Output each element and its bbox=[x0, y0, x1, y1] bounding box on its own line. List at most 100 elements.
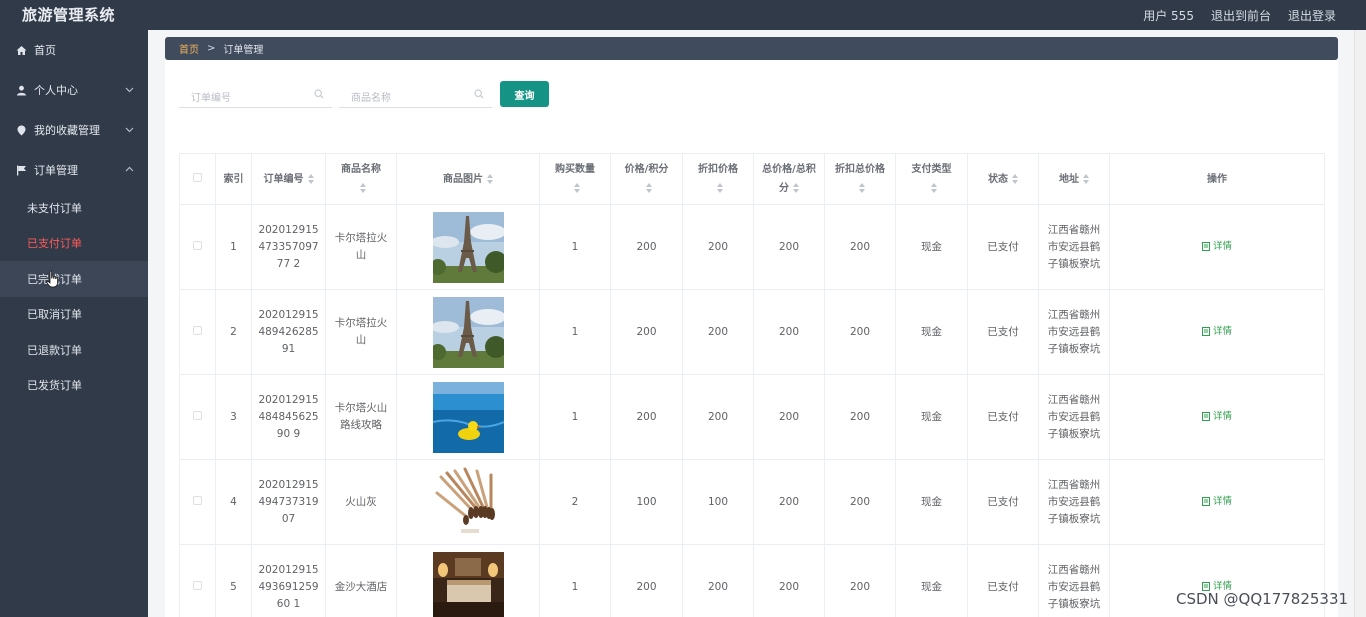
sort-icon[interactable] bbox=[573, 183, 580, 193]
product-name-search-input[interactable]: 商品名称 bbox=[339, 82, 492, 108]
select-all-checkbox[interactable] bbox=[193, 172, 202, 182]
cell-price: 200 bbox=[610, 544, 683, 617]
top-bar: 旅游管理系统 用户 555 退出到前台 退出登录 bbox=[0, 0, 1366, 30]
cell-address: 江西省赣州市安远县鹤子镇板寮坑 bbox=[1038, 459, 1110, 545]
top-bar-actions: 用户 555 退出到前台 退出登录 bbox=[1143, 7, 1336, 24]
sidebar-item-favorites[interactable]: 我的收藏管理 bbox=[0, 110, 148, 150]
column-header-product[interactable]: 商品名称 bbox=[325, 153, 397, 205]
column-header-order-no[interactable]: 订单编号 bbox=[251, 153, 326, 205]
cell-image bbox=[396, 204, 540, 290]
cell-image bbox=[396, 459, 540, 545]
order-no-search-input[interactable]: 订单编号 bbox=[179, 82, 332, 108]
detail-button[interactable]: 详情 bbox=[1201, 323, 1232, 340]
sidebar-subitem-shipped[interactable]: 已发货订单 bbox=[0, 368, 148, 404]
sort-icon[interactable] bbox=[858, 183, 865, 193]
sidebar: 首页 个人中心 我的收藏管理 订单管理 未支付订单 已支付订单 已完成订单 已取… bbox=[0, 30, 148, 617]
chevron-up-icon bbox=[125, 164, 134, 177]
logout-link[interactable]: 退出登录 bbox=[1288, 7, 1336, 24]
cell-status: 已支付 bbox=[967, 204, 1039, 290]
sort-icon[interactable] bbox=[1082, 173, 1089, 184]
detail-button[interactable]: 详情 bbox=[1201, 493, 1232, 510]
sidebar-subitem-unpaid[interactable]: 未支付订单 bbox=[0, 190, 148, 226]
cell-address: 江西省赣州市安远县鹤子镇板寮坑 bbox=[1038, 544, 1110, 617]
cell-total: 200 bbox=[753, 374, 825, 460]
cell-index: 1 bbox=[215, 204, 252, 290]
cell-product: 卡尔塔拉火山 bbox=[325, 289, 397, 375]
sidebar-item-home[interactable]: 首页 bbox=[0, 30, 148, 70]
column-header-image[interactable]: 商品图片 bbox=[396, 153, 540, 205]
sort-icon[interactable] bbox=[792, 183, 799, 193]
flag-icon bbox=[16, 165, 27, 176]
sidebar-item-label: 我的收藏管理 bbox=[34, 124, 100, 137]
cell-index: 5 bbox=[215, 544, 252, 617]
cell-order-no: 20201291549369125960 1 bbox=[251, 544, 326, 617]
mouse-cursor-icon bbox=[46, 270, 58, 288]
cell-total: 200 bbox=[753, 544, 825, 617]
cell-discount-price: 200 bbox=[682, 289, 754, 375]
column-header-status[interactable]: 状态 bbox=[967, 153, 1039, 205]
table-row: 2 20201291548942628591 卡尔塔拉火山 1 200 200 … bbox=[179, 289, 1325, 375]
sidebar-subitem-completed[interactable]: 已完成订单 bbox=[0, 261, 148, 297]
eiffel-tower-image bbox=[432, 296, 504, 368]
cell-order-no: 20201291547335709777 2 bbox=[251, 204, 326, 290]
cell-discount-total: 200 bbox=[824, 459, 896, 545]
sort-icon[interactable] bbox=[716, 183, 723, 193]
cell-pay-type: 现金 bbox=[895, 289, 968, 375]
sort-icon[interactable] bbox=[1011, 173, 1018, 184]
sidebar-item-personal[interactable]: 个人中心 bbox=[0, 70, 148, 110]
column-header-discount-price[interactable]: 折扣价格 bbox=[682, 153, 754, 205]
cell-discount-total: 200 bbox=[824, 544, 896, 617]
app-title: 旅游管理系统 bbox=[22, 6, 116, 24]
sort-icon[interactable] bbox=[645, 183, 652, 193]
sidebar-item-label: 个人中心 bbox=[34, 84, 78, 97]
row-checkbox[interactable] bbox=[193, 495, 202, 505]
query-button[interactable]: 查询 bbox=[500, 81, 549, 107]
breadcrumb-home-link[interactable]: 首页 bbox=[179, 41, 199, 56]
sort-icon[interactable] bbox=[486, 173, 493, 184]
sidebar-subitem-paid[interactable]: 已支付订单 bbox=[0, 226, 148, 262]
column-header-qty[interactable]: 购买数量 bbox=[539, 153, 611, 205]
table-row: 1 20201291547335709777 2 卡尔塔拉火山 1 200 20… bbox=[179, 204, 1325, 290]
document-icon bbox=[1201, 326, 1210, 336]
document-icon bbox=[1201, 496, 1210, 506]
detail-button[interactable]: 详情 bbox=[1201, 238, 1232, 255]
user-label[interactable]: 用户 555 bbox=[1143, 7, 1194, 24]
page-scrollbar[interactable] bbox=[1354, 30, 1366, 617]
detail-button[interactable]: 详情 bbox=[1201, 408, 1232, 425]
cell-actions: 详情 bbox=[1109, 459, 1325, 545]
sort-icon[interactable] bbox=[930, 183, 937, 193]
cell-pay-type: 现金 bbox=[895, 204, 968, 290]
cell-total: 200 bbox=[753, 459, 825, 545]
sidebar-subitem-cancelled[interactable]: 已取消订单 bbox=[0, 297, 148, 333]
table-row: 4 20201291549473731907 火山灰 2 100 100 200… bbox=[179, 459, 1325, 545]
row-checkbox[interactable] bbox=[193, 240, 202, 250]
table-row: 3 20201291548484562590 9 卡尔塔火山路线攻略 1 200… bbox=[179, 374, 1325, 460]
sort-icon[interactable] bbox=[359, 183, 366, 193]
select-all-header[interactable] bbox=[179, 153, 216, 205]
search-icon bbox=[314, 89, 324, 102]
cell-address: 江西省赣州市安远县鹤子镇板寮坑 bbox=[1038, 204, 1110, 290]
orders-table: 索引 订单编号 商品名称 商品图片 购买数量 价格/积分 折扣价格 总价格/总积… bbox=[179, 153, 1325, 617]
row-checkbox[interactable] bbox=[193, 410, 202, 420]
sidebar-item-orders[interactable]: 订单管理 bbox=[0, 150, 148, 190]
column-header-address[interactable]: 地址 bbox=[1038, 153, 1110, 205]
cell-order-no: 20201291549473731907 bbox=[251, 459, 326, 545]
breadcrumb-current: 订单管理 bbox=[223, 45, 264, 56]
row-checkbox[interactable] bbox=[193, 580, 202, 590]
cell-pay-type: 现金 bbox=[895, 374, 968, 460]
column-header-discount-total[interactable]: 折扣总价格 bbox=[824, 153, 896, 205]
row-checkbox[interactable] bbox=[193, 325, 202, 335]
column-header-price[interactable]: 价格/积分 bbox=[610, 153, 683, 205]
sort-icon[interactable] bbox=[307, 173, 314, 184]
back-to-front-link[interactable]: 退出到前台 bbox=[1211, 7, 1271, 24]
chevron-down-icon bbox=[125, 124, 134, 137]
column-header-pay-type[interactable]: 支付类型 bbox=[895, 153, 968, 205]
column-header-total[interactable]: 总价格/总积分 bbox=[753, 153, 825, 205]
cell-price: 100 bbox=[610, 459, 683, 545]
cell-status: 已支付 bbox=[967, 289, 1039, 375]
content-panel: 订单编号 商品名称 查询 索引 订单编号 商品名称 商品图片 购买数量 价格/积… bbox=[165, 60, 1338, 617]
table-row: 5 20201291549369125960 1 金沙大酒店 1 200 200 bbox=[179, 544, 1325, 617]
brushes-image bbox=[432, 466, 504, 538]
cell-pay-type: 现金 bbox=[895, 544, 968, 617]
sidebar-subitem-refunded[interactable]: 已退款订单 bbox=[0, 332, 148, 368]
